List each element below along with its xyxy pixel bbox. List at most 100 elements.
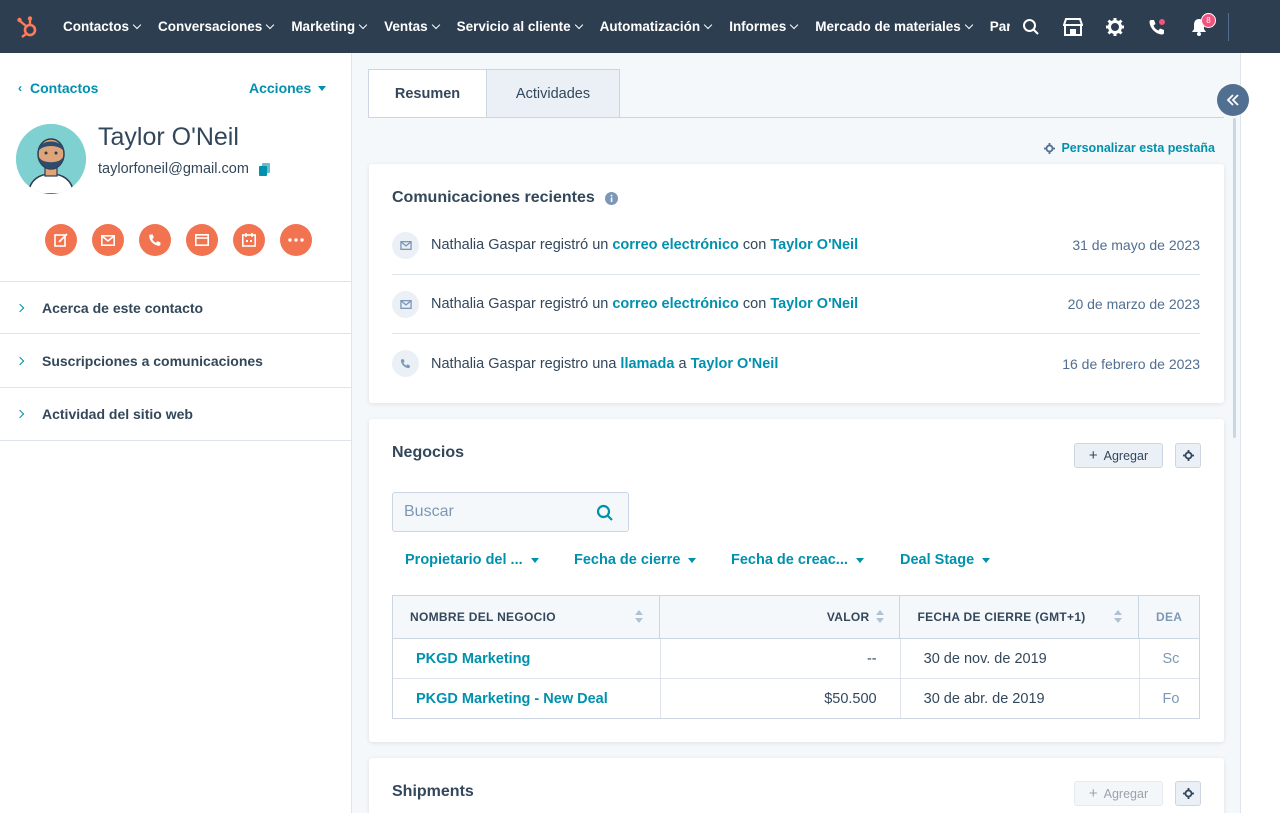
cell-close-date: 30 de abr. de 2019 [901,679,1140,718]
nav-ventas[interactable]: Ventas [375,0,448,53]
filter-close-date[interactable]: Fecha de cierre [574,552,697,568]
nav-informes[interactable]: Informes [720,0,806,53]
nav-contactos[interactable]: Contactos [54,0,149,53]
info-icon[interactable] [604,191,618,205]
phone-icon [149,234,161,246]
author: Nathalia Gaspar [431,237,536,253]
contact-action-buttons [45,224,312,256]
column-header-name[interactable]: NOMBRE DEL NEGOCIO [393,596,661,638]
nav-label: Mercado de materiales [815,19,961,34]
nav-label: Automatización [599,19,701,34]
marketplace-icon[interactable] [1052,0,1094,53]
list-item: Nathalia Gaspar registró un correo elect… [392,216,1200,275]
nav-marketing[interactable]: Marketing [282,0,375,53]
copy-icon[interactable] [258,162,270,176]
note-button[interactable] [45,224,77,256]
deals-settings-button[interactable] [1175,443,1201,468]
email-icon [101,234,115,246]
tab-actividades[interactable]: Actividades [487,69,620,118]
section-subscriptions[interactable]: Suscripciones a comunicaciones [0,333,352,387]
contact-link[interactable]: Taylor O'Neil [770,296,858,312]
filter-create-date[interactable]: Fecha de creac... [731,552,864,568]
author: Nathalia Gaspar [431,296,536,312]
main-content: Resumen Actividades Personalizar esta pe… [353,53,1240,813]
add-shipment-button[interactable]: + Agregar [1074,781,1163,806]
table-row: PKGD Marketing -- 30 de nov. de 2019 Sc [393,639,1199,679]
chevron-down-icon [789,20,799,29]
gear-icon[interactable] [1094,0,1136,53]
search-icon[interactable] [596,504,614,522]
nav-label: Ventas [384,19,428,34]
contact-link[interactable]: Taylor O'Neil [770,237,858,253]
nav-conversaciones[interactable]: Conversaciones [149,0,282,53]
contact-link[interactable]: Taylor O'Neil [691,356,779,372]
communications-list: Nathalia Gaspar registró un correo elect… [369,216,1224,393]
contact-name: Taylor O'Neil [98,123,239,151]
deal-link[interactable]: PKGD Marketing - New Deal [416,691,608,707]
add-deal-button[interactable]: + Agregar [1074,443,1163,468]
task-button[interactable] [186,224,218,256]
nav-label: Informes [729,19,787,34]
nav-label: Servicio al cliente [456,19,571,34]
recent-communications-card: Comunicaciones recientes Nathalia Gaspar… [369,164,1224,403]
section-website-activity[interactable]: Actividad del sitio web [0,387,352,441]
nav-icon-group: 8 [1010,0,1229,53]
column-header-value[interactable]: VALOR [660,596,901,638]
email-button[interactable] [92,224,124,256]
nav-partner[interactable]: Part [981,0,1010,53]
activity-link[interactable]: llamada [620,356,674,372]
nav-mercado[interactable]: Mercado de materiales [806,0,981,53]
actions-dropdown[interactable]: Acciones [249,80,327,96]
search-icon[interactable] [1010,0,1052,53]
sort-icon [876,610,885,623]
tab-resumen[interactable]: Resumen [368,69,487,118]
activity-link[interactable]: correo electrónico [612,296,739,312]
note-icon [54,233,68,247]
section-label: Actividad del sitio web [42,406,193,422]
search-input[interactable] [404,503,589,521]
activity-link[interactable]: correo electrónico [612,237,739,253]
shipments-settings-button[interactable] [1175,781,1201,806]
notification-count-badge: 8 [1201,13,1216,28]
communications-title: Comunicaciones recientes [392,189,595,206]
top-navigation: Contactos Conversaciones Marketing Venta… [0,0,1280,53]
nav-automatizacion[interactable]: Automatización [591,0,721,53]
cell-value: $50.500 [661,679,901,718]
customize-label: Personalizar esta pestaña [1061,141,1215,155]
phone-icon [392,350,419,377]
activity-date: 31 de mayo de 2023 [1072,237,1200,253]
chevron-right-icon [15,303,25,312]
scrollbar[interactable] [1233,118,1236,438]
list-item: Nathalia Gaspar registró un correo elect… [392,275,1200,334]
more-button[interactable] [280,224,312,256]
customize-tab-link[interactable]: Personalizar esta pestaña [1044,141,1215,155]
call-button[interactable] [139,224,171,256]
cell-stage: Sc [1162,650,1180,667]
nav-servicio[interactable]: Servicio al cliente [448,0,591,53]
notifications-bell-icon[interactable]: 8 [1178,0,1220,53]
chevron-down-icon [266,20,275,29]
filter-owner[interactable]: Propietario del ... [405,552,539,568]
nav-label: Part [989,19,1010,34]
calling-icon[interactable] [1136,0,1178,53]
more-icon [288,238,304,242]
main-menu: Contactos Conversaciones Marketing Venta… [54,0,1010,53]
filter-deal-stage[interactable]: Deal Stage [900,552,991,568]
deal-link[interactable]: PKGD Marketing [416,651,530,667]
back-to-contacts-link[interactable]: ‹ Contactos [18,80,98,96]
column-label: NOMBRE DEL NEGOCIO [410,610,556,624]
verb: registro una [539,355,617,372]
contact-sidebar: ‹ Contactos Acciones Taylor O'Neil taylo… [0,53,352,813]
expand-sidebar-button[interactable] [1217,84,1249,116]
hubspot-logo-icon[interactable] [0,0,54,53]
column-label: VALOR [826,610,870,624]
column-label: DEA [1156,610,1183,624]
meeting-button[interactable] [233,224,265,256]
column-header-stage[interactable]: DEA [1139,596,1199,638]
section-about-contact[interactable]: Acerca de este contacto [0,281,352,333]
gear-icon [1182,788,1194,799]
filter-label: Deal Stage [900,552,975,568]
shipments-card: Shipments + Agregar [369,758,1224,813]
column-header-close-date[interactable]: FECHA DE CIERRE (GMT+1) [900,596,1139,638]
cell-close-date: 30 de nov. de 2019 [901,639,1140,678]
